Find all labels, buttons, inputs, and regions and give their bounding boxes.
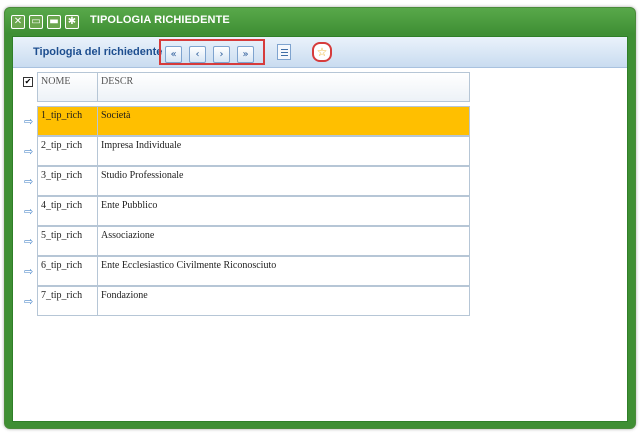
restore-icon[interactable]: ▬ (47, 15, 61, 29)
cell-descr[interactable]: Ente Ecclesiastico Civilmente Riconosciu… (97, 256, 470, 286)
cell-nome[interactable]: 3_tip_rich (37, 166, 98, 196)
toolbar: Tipologia del richiedente « ‹ › » ☆ (13, 37, 627, 68)
cell-nome[interactable]: 2_tip_rich (37, 136, 98, 166)
cell-nome[interactable]: 6_tip_rich (37, 256, 98, 286)
next-record-button[interactable]: › (213, 46, 230, 63)
column-header-nome[interactable]: NOME (37, 72, 98, 102)
first-record-button[interactable]: « (165, 46, 182, 63)
cell-descr[interactable]: Studio Professionale (97, 166, 470, 196)
toolbar-label: Tipologia del richiedente (33, 46, 163, 58)
list-view-icon[interactable] (277, 44, 291, 60)
cell-descr[interactable]: Impresa Individuale (97, 136, 470, 166)
minimize-icon[interactable]: ▭ (29, 15, 43, 29)
cell-nome[interactable]: 1_tip_rich (37, 106, 98, 136)
settings-icon[interactable]: ✱ (65, 15, 79, 29)
row-select-arrow-icon[interactable]: ⇨ (24, 296, 34, 307)
previous-record-button[interactable]: ‹ (189, 46, 206, 63)
cell-descr[interactable]: Associazione (97, 226, 470, 256)
app-window: ✕ ▭ ▬ ✱ TIPOLOGIA RICHIEDENTE Tipologia … (4, 7, 636, 429)
record-navigation: « ‹ › » (159, 39, 265, 65)
title-bar: ✕ ▭ ▬ ✱ TIPOLOGIA RICHIEDENTE (5, 8, 635, 34)
row-select-arrow-icon[interactable]: ⇨ (24, 116, 34, 127)
footer-area (13, 389, 627, 421)
cell-descr[interactable]: Ente Pubblico (97, 196, 470, 226)
row-select-arrow-icon[interactable]: ⇨ (24, 236, 34, 247)
row-select-arrow-icon[interactable]: ⇨ (24, 266, 34, 277)
row-select-arrow-icon[interactable]: ⇨ (24, 176, 34, 187)
row-select-arrow-icon[interactable]: ⇨ (24, 206, 34, 217)
window-title: TIPOLOGIA RICHIEDENTE (90, 14, 230, 26)
favorite-star-icon[interactable]: ☆ (312, 42, 332, 62)
column-header-descr[interactable]: DESCR (97, 72, 470, 102)
row-select-arrow-icon[interactable]: ⇨ (24, 146, 34, 157)
content-area: Tipologia del richiedente « ‹ › » ☆ ✔ NO… (12, 36, 628, 422)
cell-descr[interactable]: Fondazione (97, 286, 470, 316)
select-all-checkbox[interactable]: ✔ (23, 77, 33, 87)
cell-nome[interactable]: 5_tip_rich (37, 226, 98, 256)
records-table: ✔ NOME DESCR ⇨ 1_tip_rich Società ⇨ 2_tip_ri… (13, 72, 513, 332)
close-icon[interactable]: ✕ (11, 15, 25, 29)
cell-nome[interactable]: 7_tip_rich (37, 286, 98, 316)
last-record-button[interactable]: » (237, 46, 254, 63)
cell-descr[interactable]: Società (97, 106, 470, 136)
cell-nome[interactable]: 4_tip_rich (37, 196, 98, 226)
